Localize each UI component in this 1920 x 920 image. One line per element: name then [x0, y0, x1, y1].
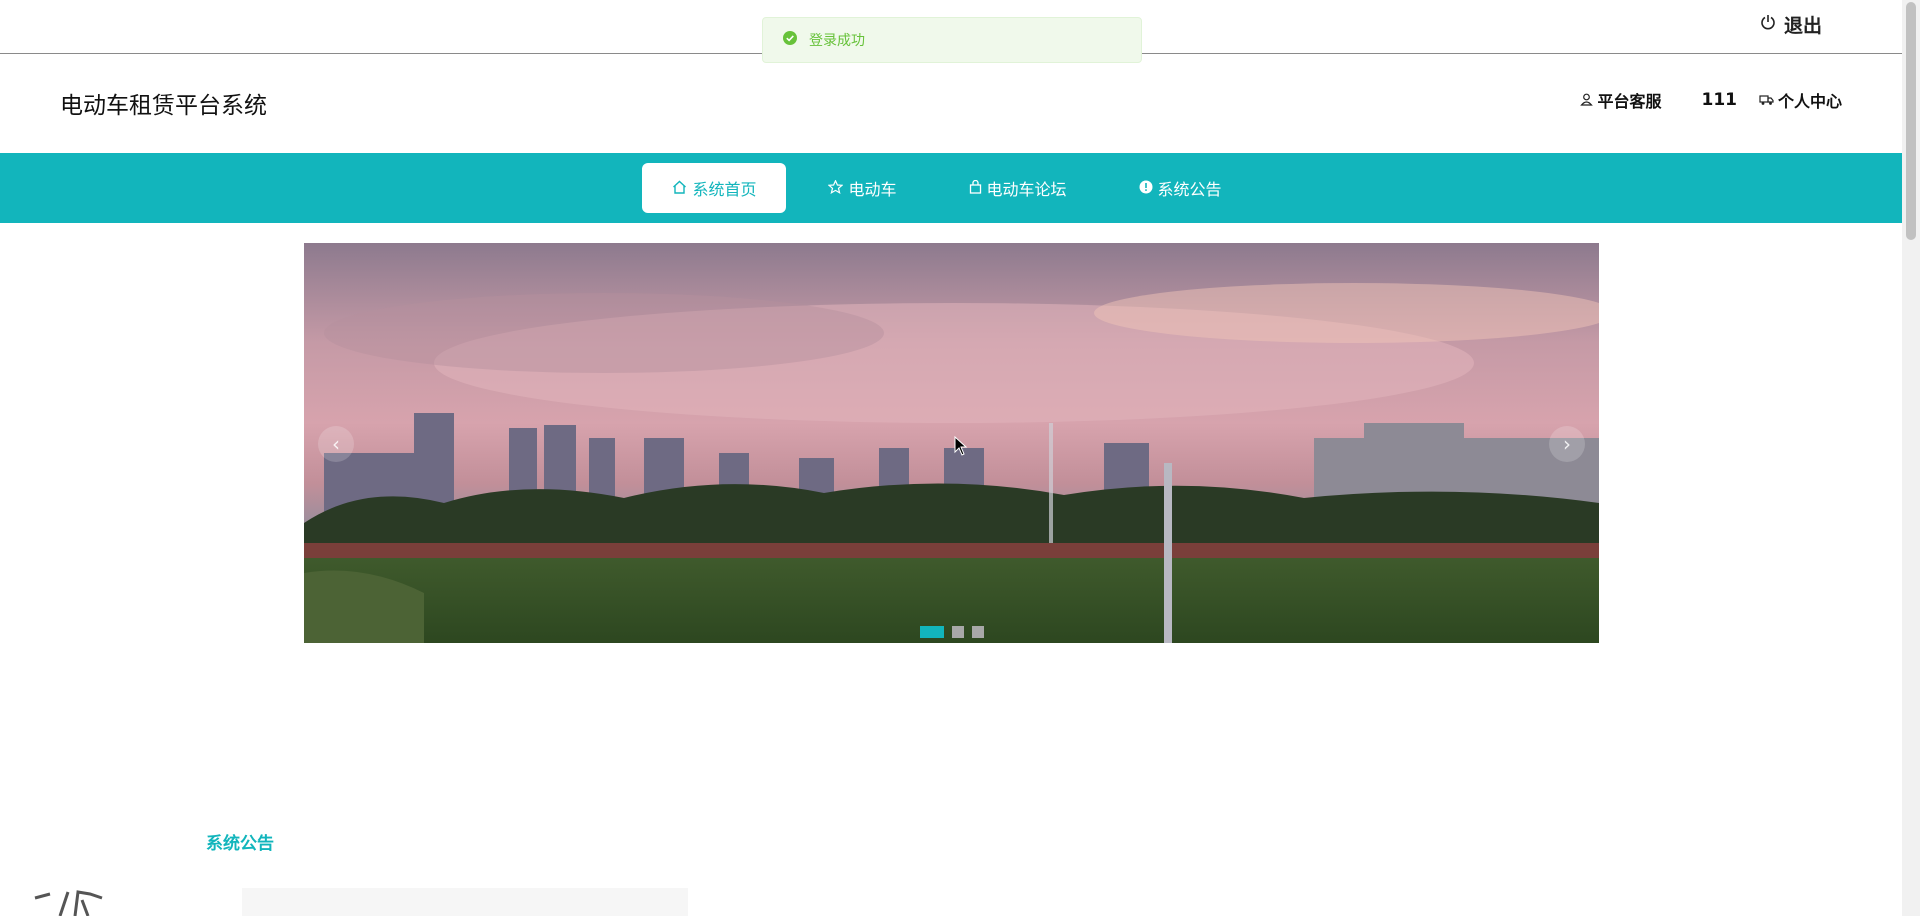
profile-link[interactable]: 个人中心: [1759, 88, 1842, 112]
notice-thumbnail[interactable]: [30, 888, 140, 917]
notice-card[interactable]: [242, 888, 688, 916]
success-check-icon: [783, 31, 797, 49]
site-title: 电动车租赁平台系统: [60, 93, 267, 119]
banner-carousel[interactable]: ‹ ›: [304, 243, 1599, 643]
nav-item-notice[interactable]: 系统公告: [1109, 163, 1252, 213]
home-icon: [672, 179, 687, 198]
nav-item-home[interactable]: 系统首页: [642, 163, 787, 213]
info-icon: [1139, 179, 1153, 198]
success-toast: 登录成功: [762, 17, 1142, 63]
nav-item-label: 电动车论坛: [986, 180, 1067, 199]
service-label: 平台客服: [1597, 92, 1662, 111]
carousel-prev-button[interactable]: ‹: [318, 426, 354, 462]
logout-button[interactable]: 退出: [1760, 10, 1822, 38]
banner-image: [304, 243, 1599, 643]
notice-section-title: 系统公告: [206, 834, 274, 854]
nav-item-ebike[interactable]: 电动车: [798, 163, 926, 213]
bag-icon: [969, 179, 982, 198]
site-header: 电动车租赁平台系统 平台客服 111 个人中心: [0, 54, 1902, 153]
page-scrollbar[interactable]: [1902, 0, 1920, 916]
carousel-indicators: [920, 626, 984, 638]
toast-message: 登录成功: [809, 33, 865, 49]
profile-label: 个人中心: [1777, 92, 1842, 111]
username: 111: [1701, 90, 1737, 110]
service-link[interactable]: 平台客服: [1580, 88, 1661, 112]
nav-item-label: 电动车: [848, 180, 897, 199]
power-icon: [1760, 13, 1776, 35]
nav-item-label: 系统首页: [692, 180, 757, 199]
scrollbar-thumb[interactable]: [1906, 2, 1916, 240]
carousel-dot[interactable]: [972, 626, 984, 638]
nav-item-label: 系统公告: [1157, 180, 1222, 199]
mouse-cursor-icon: [954, 435, 968, 460]
main-nav: 系统首页 电动车 电动车论坛 系统公告: [0, 153, 1902, 223]
logout-label: 退出: [1784, 14, 1823, 37]
star-icon: [827, 178, 844, 198]
carousel-dot[interactable]: [952, 626, 964, 638]
carousel-dot[interactable]: [920, 626, 944, 638]
chevron-right-icon: ›: [1563, 432, 1571, 456]
header-links: 平台客服 111 个人中心: [1580, 88, 1842, 112]
chevron-left-icon: ‹: [332, 432, 340, 456]
user-icon: [1580, 91, 1594, 110]
carousel-next-button[interactable]: ›: [1549, 426, 1585, 462]
nav-item-forum[interactable]: 电动车论坛: [939, 163, 1097, 213]
truck-icon: [1759, 91, 1774, 110]
